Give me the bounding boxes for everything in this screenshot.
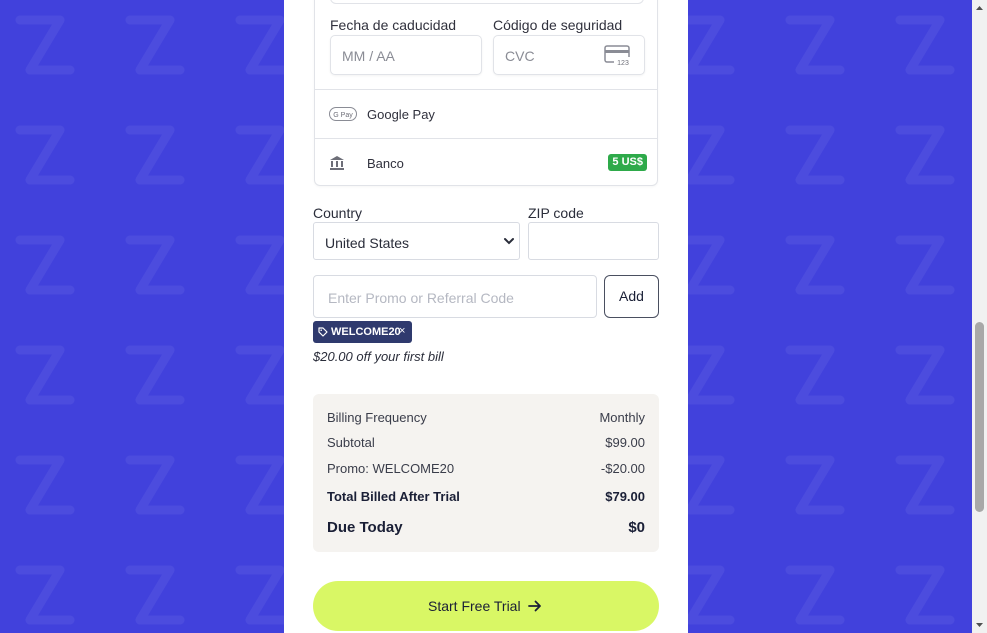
chevron-down-icon <box>504 238 514 245</box>
cvc-input[interactable]: CVC 123 <box>493 35 645 75</box>
promo-note: $20.00 off your first bill <box>313 349 444 364</box>
bank-label: Banco <box>367 156 404 171</box>
due-value: $0 <box>628 519 645 536</box>
country-value: United States <box>325 235 410 251</box>
bank-discount-badge: 5 US$ <box>608 154 647 171</box>
summary-row-due-today: Due Today $0 <box>327 519 645 536</box>
cvc-placeholder: CVC <box>505 48 535 64</box>
cvc-icon-text: 123 <box>617 60 629 67</box>
promo-placeholder: Enter Promo or Referral Code <box>328 290 514 306</box>
payment-method-bank[interactable]: Banco 5 US$ <box>315 138 657 187</box>
tag-icon <box>318 327 328 337</box>
country-select[interactable]: United States <box>313 222 520 260</box>
order-summary: Billing Frequency Monthly Subtotal $99.0… <box>313 394 659 552</box>
promo-code-input[interactable]: Enter Promo or Referral Code <box>313 275 597 318</box>
summary-label: Subtotal <box>327 435 375 450</box>
summary-label: Billing Frequency <box>327 410 427 425</box>
google-pay-icon: G Pay <box>329 107 357 121</box>
add-promo-button[interactable]: Add <box>604 275 659 318</box>
scroll-up-icon[interactable] <box>975 4 984 13</box>
summary-label: Total Billed After Trial <box>327 489 460 504</box>
expiry-input[interactable]: MM / AA <box>330 35 482 75</box>
cta-label: Start Free Trial <box>428 598 521 614</box>
remove-promo-button[interactable]: × <box>399 325 405 337</box>
summary-value: Monthly <box>599 410 645 425</box>
payment-element: Fecha de caducidad MM / AA Código de seg… <box>314 0 658 186</box>
google-pay-label: Google Pay <box>367 107 435 122</box>
scrollbar-thumb[interactable] <box>975 322 984 512</box>
summary-row-total: Total Billed After Trial $79.00 <box>327 489 645 504</box>
svg-text:G Pay: G Pay <box>333 112 353 119</box>
summary-value: -$20.00 <box>600 461 645 476</box>
summary-row-subtotal: Subtotal $99.00 <box>327 435 645 450</box>
due-label: Due Today <box>327 519 403 536</box>
page-scrollbar[interactable] <box>972 0 987 633</box>
applied-promo-chip: WELCOME20 × <box>313 321 412 343</box>
payment-method-google-pay[interactable]: G Pay Google Pay <box>315 89 657 138</box>
summary-row-billing-frequency: Billing Frequency Monthly <box>327 410 645 425</box>
checkout-card: Fecha de caducidad MM / AA Código de seg… <box>284 0 688 633</box>
summary-row-promo: Promo: WELCOME20 -$20.00 <box>327 461 645 476</box>
country-label: Country <box>313 205 363 221</box>
card-number-field-edge <box>330 0 644 4</box>
summary-label: Promo: WELCOME20 <box>327 461 455 476</box>
expiry-placeholder: MM / AA <box>342 48 395 64</box>
expiry-label: Fecha de caducidad <box>330 17 457 33</box>
bank-icon <box>330 156 344 170</box>
zip-input[interactable] <box>528 222 659 260</box>
card-cvc-icon: 123 <box>604 45 632 67</box>
applied-promo-code: WELCOME20 <box>331 326 401 338</box>
arrow-right-icon <box>528 600 541 612</box>
zip-label: ZIP code <box>528 205 584 221</box>
scroll-down-icon[interactable] <box>975 620 984 629</box>
summary-value: $79.00 <box>605 489 645 504</box>
cvc-label: Código de seguridad <box>493 17 623 33</box>
start-free-trial-button[interactable]: Start Free Trial <box>313 581 659 631</box>
summary-value: $99.00 <box>605 435 645 450</box>
